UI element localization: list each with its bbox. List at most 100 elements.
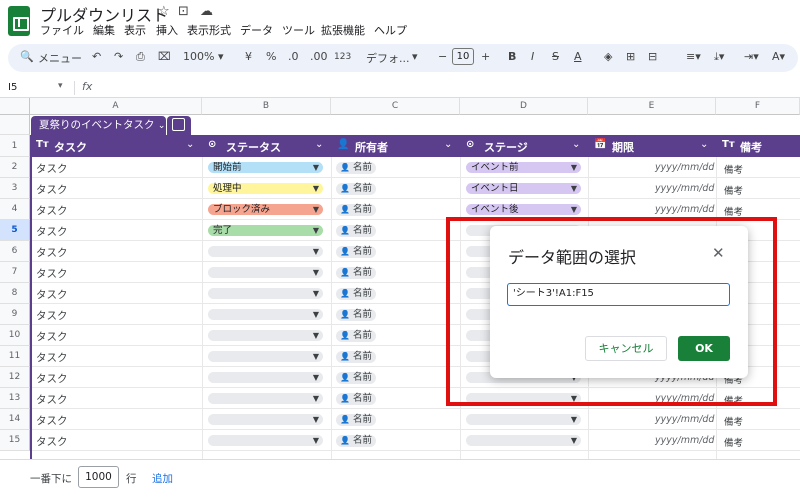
due-date-cell[interactable]: yyyy/mm/dd [655, 435, 714, 446]
note-cell[interactable]: 備考 [724, 414, 743, 428]
chevron-down-icon[interactable]: ⌄ [186, 139, 194, 150]
note-cell[interactable]: 備考 [724, 162, 743, 176]
due-date-cell[interactable]: yyyy/mm/dd [655, 162, 714, 173]
ok-button[interactable]: OK [678, 336, 730, 361]
zoom-select[interactable]: 100% [183, 50, 214, 63]
task-cell[interactable]: タスク [36, 329, 68, 344]
status-dropdown[interactable]: 開始前 ▼ [208, 162, 323, 173]
menu-search[interactable]: メニュー [38, 50, 82, 66]
task-cell[interactable]: タスク [36, 371, 68, 386]
name-box[interactable]: I5 [8, 82, 17, 93]
increase-decimal-button[interactable]: .00 [310, 50, 328, 63]
column-header-b[interactable]: B [202, 98, 331, 115]
table-menu-button[interactable] [167, 116, 191, 135]
menu-help[interactable]: ヘルプ [374, 22, 407, 38]
stage-dropdown[interactable]: イベント後 ▼ [466, 204, 581, 215]
owner-chip[interactable]: 👤 名前 [336, 393, 376, 405]
currency-button[interactable]: ¥ [245, 50, 252, 63]
add-rows-button[interactable]: 追加 [152, 471, 173, 486]
column-header-e[interactable]: E [588, 98, 716, 115]
menu-edit[interactable]: 編集 [93, 22, 115, 38]
stage-dropdown[interactable]: イベント前 ▼ [466, 162, 581, 173]
text-rotate-icon[interactable]: A▾ [772, 50, 785, 63]
print-icon[interactable]: ⎙ [136, 50, 145, 64]
row-header-15[interactable]: 15 [0, 430, 30, 451]
borders-icon[interactable]: ⊞ [626, 50, 635, 63]
font-select[interactable]: デフォ... [366, 50, 410, 66]
chevron-down-icon[interactable]: ▾ [218, 50, 224, 63]
task-cell[interactable]: タスク [36, 350, 68, 365]
menu-extensions[interactable]: 拡張機能 [321, 22, 365, 38]
task-cell[interactable]: タスク [36, 434, 68, 449]
select-all-corner[interactable] [0, 98, 30, 115]
merge-cells-icon[interactable]: ⊟ [648, 50, 657, 63]
stage-dropdown[interactable]: ▼ [466, 414, 581, 425]
menu-file[interactable]: ファイル [40, 22, 84, 38]
status-dropdown[interactable]: ▼ [208, 393, 323, 404]
row-header-4[interactable]: 4 [0, 199, 30, 220]
column-header-c[interactable]: C [331, 98, 460, 115]
menu-view[interactable]: 表示 [124, 22, 146, 38]
status-dropdown[interactable]: 完了 ▼ [208, 225, 323, 236]
owner-chip[interactable]: 👤 名前 [336, 309, 376, 321]
table-name-tab[interactable]: 夏祭りのイベントタスク ⌄ [31, 116, 166, 135]
task-cell[interactable]: タスク [36, 287, 68, 302]
bold-button[interactable]: B [508, 50, 516, 63]
row-header-12[interactable]: 12 [0, 367, 30, 388]
row-header-10[interactable]: 10 [0, 325, 30, 346]
paint-format-icon[interactable]: ⌧ [158, 50, 171, 63]
task-cell[interactable]: タスク [36, 392, 68, 407]
row-header-8[interactable]: 8 [0, 283, 30, 304]
status-dropdown[interactable]: ▼ [208, 288, 323, 299]
undo-icon[interactable]: ↶ [92, 50, 101, 63]
font-size-plus-icon[interactable]: + [481, 50, 490, 63]
chevron-down-icon[interactable]: ⌄ [572, 139, 580, 150]
row-header-9[interactable]: 9 [0, 304, 30, 325]
due-date-cell[interactable]: yyyy/mm/dd [655, 183, 714, 194]
star-icon[interactable]: ☆ [158, 4, 170, 19]
row-header-7[interactable]: 7 [0, 262, 30, 283]
column-header-a[interactable]: A [30, 98, 202, 115]
header-3[interactable]: ステージ [484, 139, 528, 155]
text-wrap-icon[interactable]: ⇥▾ [744, 50, 759, 63]
status-dropdown[interactable]: ▼ [208, 267, 323, 278]
row-header-1[interactable]: 1 [0, 135, 30, 157]
status-dropdown[interactable]: ▼ [208, 246, 323, 257]
status-dropdown[interactable]: ▼ [208, 435, 323, 446]
owner-chip[interactable]: 👤 名前 [336, 435, 376, 447]
cancel-button[interactable]: キャンセル [585, 336, 667, 361]
chevron-down-icon[interactable]: ▾ [412, 50, 418, 63]
folder-move-icon[interactable]: ⊡ [178, 4, 189, 19]
redo-icon[interactable]: ↷ [114, 50, 123, 63]
menu-data[interactable]: データ [240, 22, 273, 38]
owner-chip[interactable]: 👤 名前 [336, 267, 376, 279]
stage-dropdown[interactable]: ▼ [466, 435, 581, 446]
row-header-2[interactable]: 2 [0, 157, 30, 178]
status-dropdown[interactable]: ▼ [208, 309, 323, 320]
vertical-align-icon[interactable]: ⤓▾ [714, 50, 724, 64]
owner-chip[interactable]: 👤 名前 [336, 246, 376, 258]
task-cell[interactable]: タスク [36, 266, 68, 281]
status-dropdown[interactable]: ▼ [208, 330, 323, 341]
percent-button[interactable]: % [266, 50, 276, 63]
number-format-button[interactable]: 123 [334, 52, 351, 62]
status-dropdown[interactable]: ▼ [208, 414, 323, 425]
status-dropdown[interactable]: ▼ [208, 351, 323, 362]
menu-tools[interactable]: ツール [282, 22, 315, 38]
owner-chip[interactable]: 👤 名前 [336, 351, 376, 363]
chevron-down-icon[interactable]: ⌄ [315, 139, 323, 150]
task-cell[interactable]: タスク [36, 308, 68, 323]
align-left-icon[interactable]: ≡▾ [686, 50, 701, 63]
header-2[interactable]: 所有者 [355, 139, 388, 155]
row-header-5[interactable]: 5 [0, 220, 30, 241]
row-header-13[interactable]: 13 [0, 388, 30, 409]
due-date-cell[interactable]: yyyy/mm/dd [655, 414, 714, 425]
header-0[interactable]: タスク [54, 139, 87, 155]
due-date-cell[interactable]: yyyy/mm/dd [655, 204, 714, 215]
task-cell[interactable]: タスク [36, 413, 68, 428]
task-cell[interactable]: タスク [36, 161, 68, 176]
status-dropdown[interactable]: ブロック済み ▼ [208, 204, 323, 215]
owner-chip[interactable]: 👤 名前 [336, 330, 376, 342]
menu-insert[interactable]: 挿入 [156, 22, 178, 38]
header-1[interactable]: ステータス [226, 139, 281, 155]
